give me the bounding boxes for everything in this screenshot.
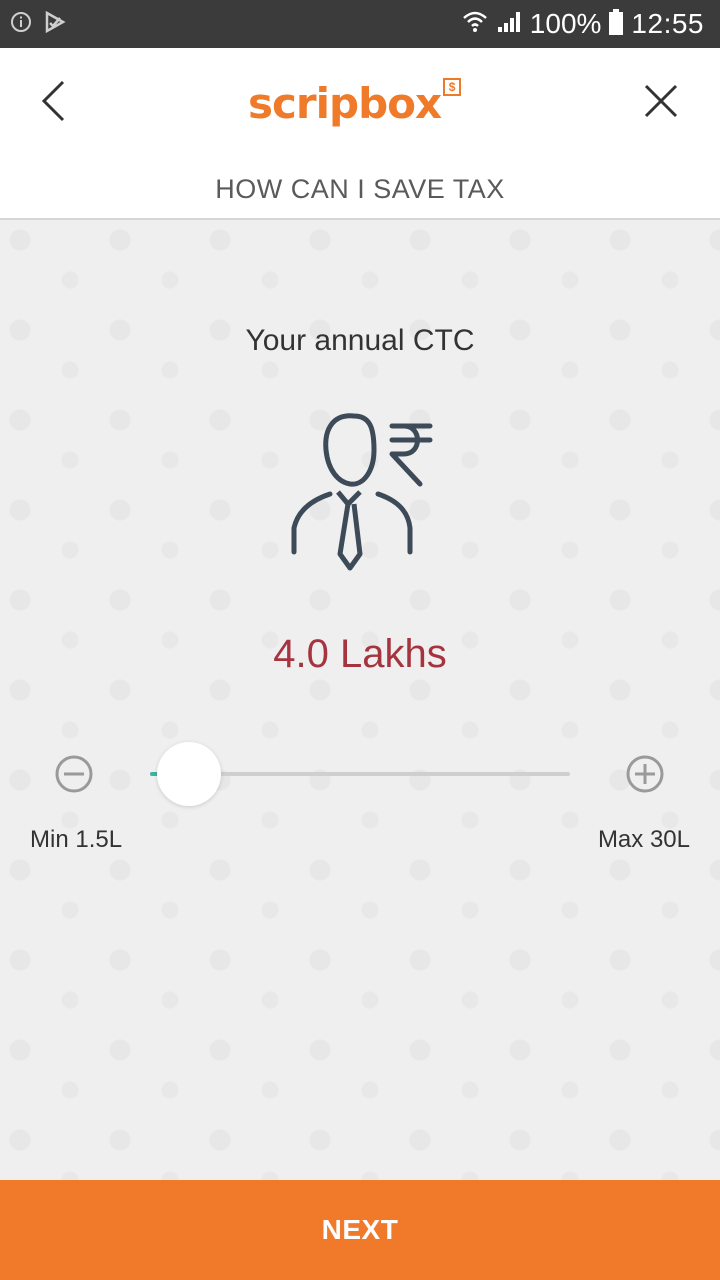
page-title: HOW CAN I SAVE TAX [215, 174, 505, 204]
status-bar: 100% 12:55 [0, 0, 720, 48]
plus-circle-icon [625, 755, 665, 798]
logo-badge: $ [443, 78, 462, 96]
battery-icon [609, 8, 624, 40]
increase-button[interactable] [625, 754, 665, 794]
app-header: scripbox $ HOW CAN I SAVE TAX [0, 48, 720, 220]
slider-max-label: Max 30L [597, 826, 690, 853]
next-button[interactable]: NEXT [0, 1180, 720, 1280]
decrease-button[interactable] [54, 754, 94, 794]
ctc-value: 4.0 Lakhs [273, 632, 447, 676]
close-button[interactable] [636, 78, 686, 128]
scripbox-logo: scripbox $ [248, 76, 462, 136]
info-icon [10, 11, 32, 38]
battery-percent: 100% [529, 8, 602, 39]
minus-circle-icon [54, 755, 94, 798]
play-icon [44, 10, 66, 38]
slider-min-label: Min 1.5L [30, 826, 123, 853]
signal-icon [496, 10, 522, 39]
logo-text: scripbox [248, 79, 442, 128]
status-right: 100% 12:55 [462, 8, 704, 40]
ctc-content: Your annual CTC 4.0 Lakhs Min 1.5L Max 3… [0, 220, 720, 1180]
back-button[interactable] [28, 78, 78, 128]
status-time: 12:55 [631, 8, 704, 39]
ctc-slider-thumb[interactable] [156, 742, 221, 806]
status-left [10, 10, 66, 38]
back-arrow-icon [39, 79, 67, 128]
wifi-icon [462, 10, 488, 39]
close-icon [643, 83, 679, 124]
ctc-question-label: Your annual CTC [245, 324, 475, 357]
person-rupee-icon [282, 406, 438, 576]
